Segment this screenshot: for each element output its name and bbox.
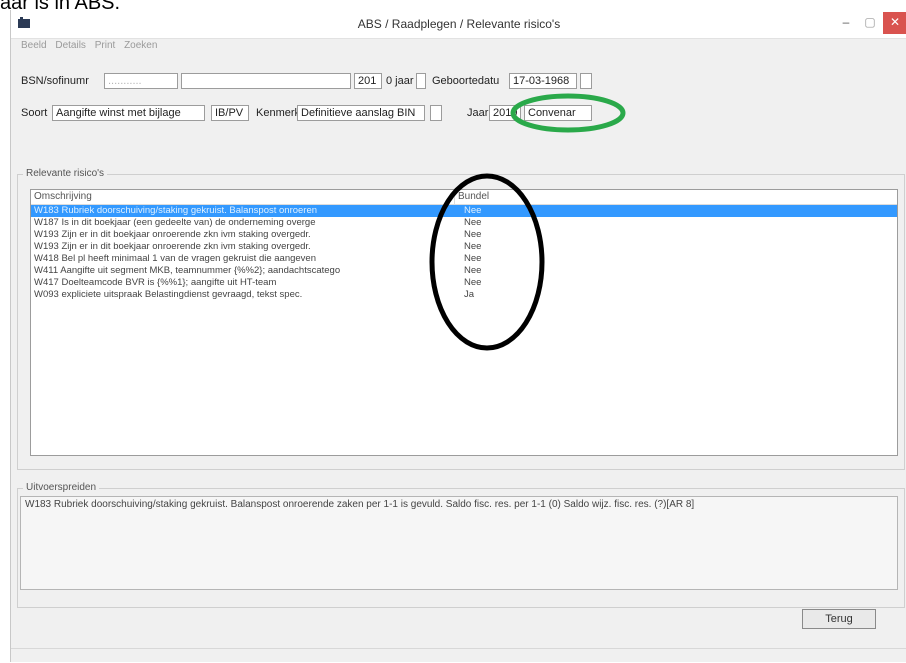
list-item[interactable]: W183 Rubriek doorschuiving/staking gekru…: [31, 205, 897, 217]
relevante-risicos-label: Relevante risico's: [23, 168, 108, 179]
list-item-omschrijving: W193 Zijn er in dit boekjaar onroerende …: [34, 229, 311, 240]
soort-field[interactable]: Aangifte winst met bijlage: [52, 105, 205, 121]
list-item-omschrijving: W183 Rubriek doorschuiving/staking gekru…: [34, 205, 318, 216]
list-item-bundel: Nee: [464, 241, 482, 252]
menu-item-zoeken[interactable]: Zoeken: [124, 40, 157, 51]
list-item-bundel: Nee: [464, 253, 482, 264]
window-title: ABS / Raadplegen / Relevante risico's: [357, 17, 561, 31]
menu-item-print[interactable]: Print: [95, 40, 116, 51]
minimize-button[interactable]: –: [835, 12, 857, 34]
risks-list[interactable]: Omschrijving Bundel W183 Rubriek doorsch…: [30, 189, 898, 456]
kenmerk-field[interactable]: Definitieve aanslag BIN: [297, 105, 425, 121]
menu-item-beeld[interactable]: Beeld: [21, 40, 47, 51]
list-item-bundel: Nee: [464, 277, 482, 288]
list-item-bundel: Nee: [464, 217, 482, 228]
menu-bar: Beeld Details Print Zoeken: [21, 40, 163, 56]
list-item[interactable]: W417 Doelteamcode BVR is {%%1}; aangifte…: [31, 277, 897, 289]
list-item-bundel: Nee: [464, 229, 482, 240]
bsn-label: BSN/sofinumr: [21, 75, 89, 87]
soort-label: Soort: [21, 107, 48, 119]
list-item[interactable]: W093 expliciete uitspraak Belastingdiens…: [31, 289, 897, 301]
list-item[interactable]: W193 Zijn er in dit boekjaar onroerende …: [31, 241, 897, 253]
kenmerk-extra-field[interactable]: [430, 105, 442, 121]
risks-list-header: Omschrijving Bundel: [31, 190, 897, 205]
list-item[interactable]: W418 Bel pl heeft minimaal 1 van de vrag…: [31, 253, 897, 265]
list-item-bundel: Nee: [464, 265, 482, 276]
geboortedatum-field[interactable]: 17-03-1968: [509, 73, 577, 89]
jaar2-label: Jaar: [467, 107, 489, 119]
list-item-bundel: Nee: [464, 205, 482, 216]
list-item[interactable]: W193 Zijn er in dit boekjaar onroerende …: [31, 229, 897, 241]
jaar-field[interactable]: [416, 73, 426, 89]
close-button[interactable]: ✕: [883, 12, 906, 34]
code-field[interactable]: IB/PV: [211, 105, 249, 121]
list-item-bundel: Ja: [464, 289, 475, 300]
list-item-omschrijving: W093 expliciete uitspraak Belastingdiens…: [34, 289, 303, 300]
uitvoer-label: Uitvoerspreiden: [23, 482, 100, 493]
list-item[interactable]: W411 Aangifte uit segment MKB, teamnumme…: [31, 265, 897, 277]
year-prefix-field[interactable]: 201: [354, 73, 382, 89]
bsn-field[interactable]: ...........: [104, 73, 178, 89]
title-bar: ABS / Raadplegen / Relevante risico's – …: [11, 10, 906, 39]
name-field[interactable]: [181, 73, 351, 89]
list-item-omschrijving: W187 Is in dit boekjaar (een gedeelte va…: [34, 217, 316, 228]
column-header-bundel[interactable]: Bundel: [455, 190, 897, 204]
uitvoer-memo[interactable]: W183 Rubriek doorschuiving/staking gekru…: [20, 496, 898, 590]
jaar2-field[interactable]: 2019: [489, 105, 521, 121]
list-item-omschrijving: W418 Bel pl heeft minimaal 1 van de vrag…: [34, 253, 317, 264]
list-item[interactable]: W187 Is in dit boekjaar (een gedeelte va…: [31, 217, 897, 229]
menu-item-details[interactable]: Details: [55, 40, 86, 51]
status-bar: [11, 648, 906, 663]
list-item-omschrijving: W193 Zijn er in dit boekjaar onroerende …: [34, 241, 311, 252]
list-item-omschrijving: W417 Doelteamcode BVR is {%%1}; aangifte…: [34, 277, 277, 288]
extra-field[interactable]: [580, 73, 592, 89]
convenant-field[interactable]: Convenar: [524, 105, 592, 121]
jaar-label: 0 jaar: [386, 75, 414, 87]
column-header-omschrijving[interactable]: Omschrijving: [31, 190, 455, 204]
geboortedatum-label: Geboortedatu: [432, 75, 500, 87]
kenmerk-label: Kenmerk: [256, 107, 301, 119]
list-item-omschrijving: W411 Aangifte uit segment MKB, teamnumme…: [34, 265, 341, 276]
terug-button[interactable]: Terug: [802, 609, 876, 629]
maximize-button[interactable]: ▢: [859, 12, 881, 34]
